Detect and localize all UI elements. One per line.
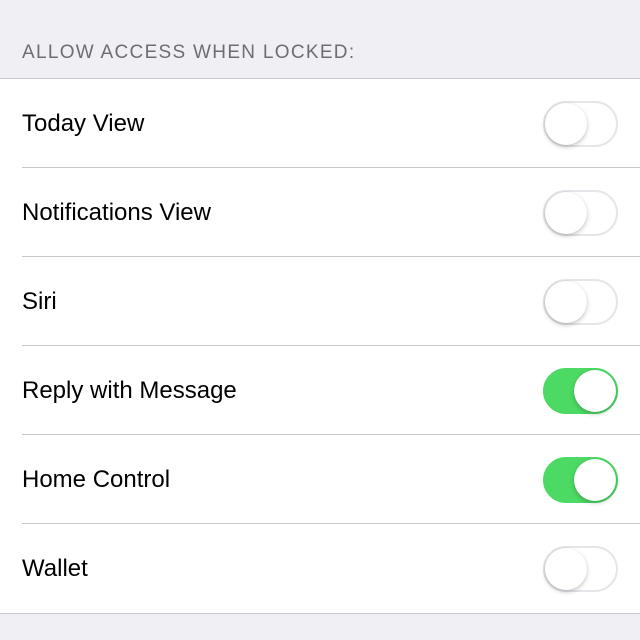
row-home-control: Home Control: [0, 435, 640, 524]
row-label: Reply with Message: [22, 377, 237, 405]
section-header: ALLOW ACCESS WHEN LOCKED:: [0, 0, 640, 78]
toggle-today-view[interactable]: [543, 101, 618, 147]
toggle-notifications-view[interactable]: [543, 190, 618, 236]
toggle-knob-icon: [545, 192, 587, 234]
row-label: Wallet: [22, 555, 88, 583]
toggle-knob-icon: [545, 281, 587, 323]
toggle-home-control[interactable]: [543, 457, 618, 503]
row-wallet: Wallet: [0, 524, 640, 613]
row-label: Today View: [22, 110, 144, 138]
toggle-knob-icon: [545, 103, 587, 145]
row-today-view: Today View: [0, 79, 640, 168]
row-label: Home Control: [22, 466, 170, 494]
toggle-wallet[interactable]: [543, 546, 618, 592]
toggle-knob-icon: [574, 370, 616, 412]
toggle-knob-icon: [574, 459, 616, 501]
row-label: Notifications View: [22, 199, 211, 227]
toggle-siri[interactable]: [543, 279, 618, 325]
row-siri: Siri: [0, 257, 640, 346]
row-reply-with-message: Reply with Message: [0, 346, 640, 435]
row-notifications-view: Notifications View: [0, 168, 640, 257]
toggle-knob-icon: [545, 548, 587, 590]
toggle-reply-with-message[interactable]: [543, 368, 618, 414]
settings-list: Today View Notifications View Siri Reply…: [0, 78, 640, 614]
row-label: Siri: [22, 288, 57, 316]
